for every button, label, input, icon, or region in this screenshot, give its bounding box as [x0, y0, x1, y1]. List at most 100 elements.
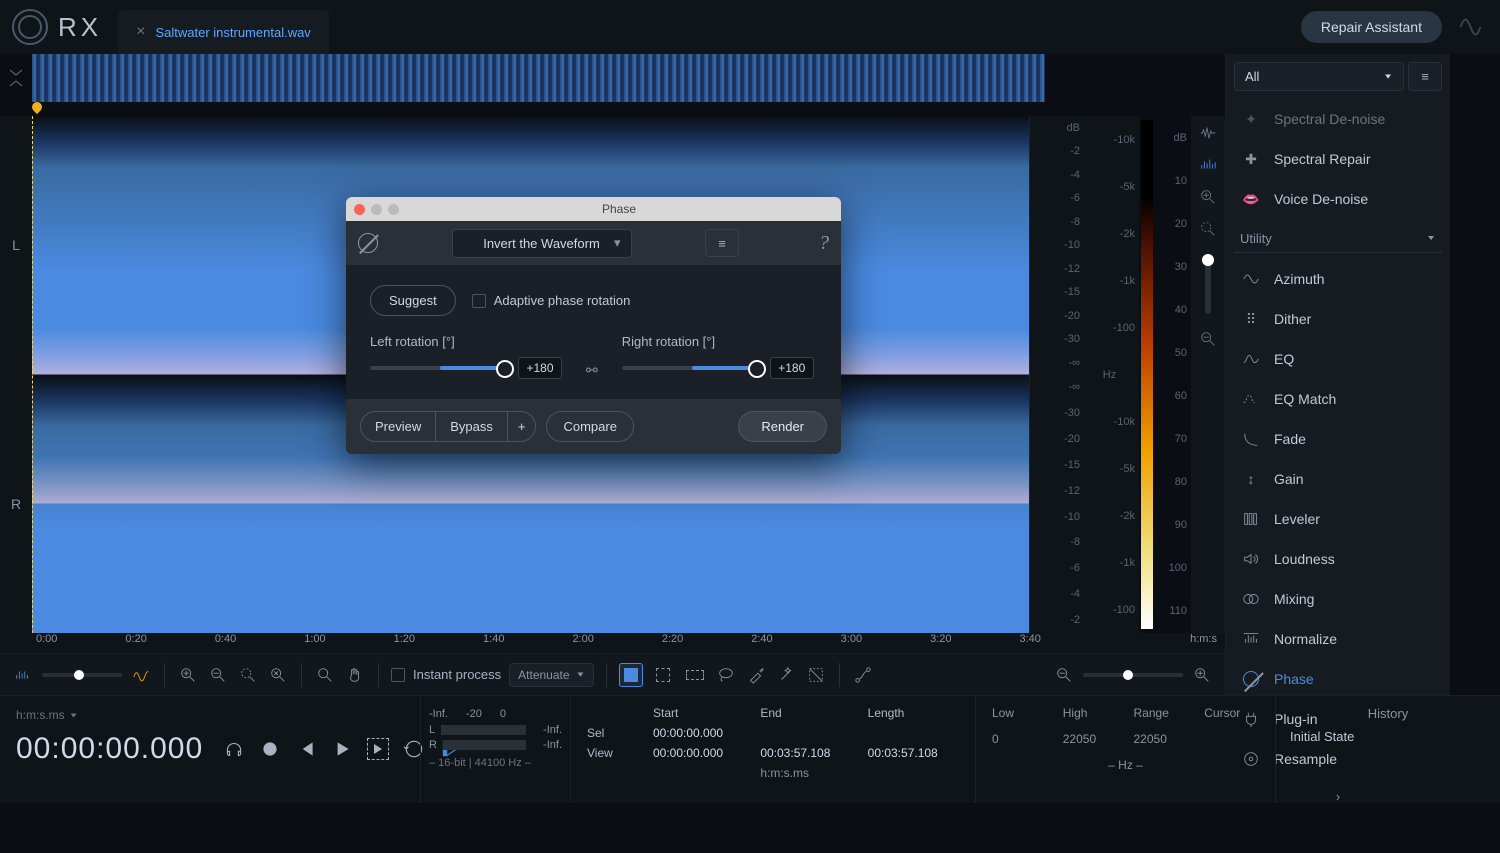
right-rotation-slider[interactable]	[622, 366, 762, 370]
module-menu-icon[interactable]: ≡	[1408, 62, 1442, 91]
right-rotation-value[interactable]: +180	[770, 357, 814, 379]
dialog-title: Phase	[405, 202, 833, 216]
left-rotation-value[interactable]: +180	[518, 357, 562, 379]
compare-button[interactable]: Compare	[546, 411, 633, 442]
history-item[interactable]: Initial State	[1290, 729, 1486, 744]
lasso-tool-icon[interactable]	[715, 664, 737, 686]
module-fade[interactable]: Fade	[1234, 421, 1442, 457]
module-eq-match[interactable]: EQ Match	[1234, 381, 1442, 417]
selection-info: StartEndLength Sel00:00:00.000 View00:00…	[570, 696, 975, 803]
preset-dropdown[interactable]: Invert the Waveform	[452, 229, 632, 258]
help-icon[interactable]: ?	[819, 232, 829, 255]
record-icon[interactable]	[259, 738, 281, 760]
view-tool-strip	[1191, 116, 1225, 633]
curve-tool-icon[interactable]	[852, 664, 874, 686]
waveform-view-icon[interactable]	[1197, 122, 1219, 144]
channel-right-label: R	[0, 375, 32, 634]
time-select-tool[interactable]	[619, 663, 643, 687]
utility-section-header[interactable]: Utility▼	[1234, 225, 1442, 253]
module-voice-denoise[interactable]: 👄Voice De-noise	[1234, 181, 1442, 217]
instant-process-dropdown[interactable]: Attenuate▼	[509, 663, 594, 687]
db-scale: dB-2-4-6-8-10-12-15-20-30-∞ -∞-30-20-15-…	[1029, 116, 1084, 633]
module-eq[interactable]: EQ	[1234, 341, 1442, 377]
transport-panel: h:m:s.ms ▼ 00:00:00.000	[0, 696, 420, 803]
zoom-fit-icon[interactable]	[267, 664, 289, 686]
bypass-button[interactable]: Bypass	[436, 411, 507, 442]
spectrogram-view-icon[interactable]	[1197, 154, 1219, 176]
module-azimuth[interactable]: Azimuth	[1234, 261, 1442, 297]
history-title: History	[1290, 706, 1486, 721]
freq-scale: -10k-5k-2k-1k-100 Hz -10k-5k-2k-1k-100	[1084, 116, 1139, 633]
left-rotation-slider[interactable]	[370, 366, 510, 370]
suggest-button[interactable]: Suggest	[370, 285, 456, 316]
h-zoom-slider[interactable]	[1083, 673, 1183, 677]
preview-button[interactable]: Preview	[360, 411, 436, 442]
module-leveler[interactable]: Leveler	[1234, 501, 1442, 537]
instant-process-checkbox[interactable]	[391, 668, 405, 682]
play-selection-icon[interactable]	[367, 738, 389, 760]
zoom-tool-icon[interactable]	[314, 664, 336, 686]
adaptive-checkbox[interactable]: Adaptive phase rotation	[472, 293, 631, 308]
overview-waveform[interactable]	[32, 54, 1045, 102]
waveform-blend-icon[interactable]	[12, 664, 34, 686]
add-button[interactable]: +	[507, 411, 537, 442]
link-channels-icon[interactable]: ⚯	[586, 362, 598, 379]
playhead-line[interactable]	[32, 116, 33, 633]
zoom-selection-vert-icon[interactable]	[1197, 218, 1219, 240]
zoom-selection-icon[interactable]	[237, 664, 259, 686]
top-bar: RX × Saltwater instrumental.wav Repair A…	[0, 0, 1500, 54]
heatmap-legend	[1141, 120, 1153, 629]
module-mixing[interactable]: Mixing	[1234, 581, 1442, 617]
file-name: Saltwater instrumental.wav	[155, 25, 310, 40]
time-format-label[interactable]: h:m:s.ms ▼	[16, 708, 404, 722]
app-name: RX	[58, 12, 102, 43]
file-tab[interactable]: × Saltwater instrumental.wav	[118, 10, 329, 54]
vertical-zoom-slider[interactable]	[1205, 254, 1211, 314]
zoom-out-h-icon[interactable]	[1053, 664, 1075, 686]
wand-tool-icon[interactable]	[775, 664, 797, 686]
zoom-in-vert-icon[interactable]	[1197, 186, 1219, 208]
zoom-out-vert-icon[interactable]	[1197, 328, 1219, 350]
brush-tool-icon[interactable]	[745, 664, 767, 686]
module-dither[interactable]: ⠿Dither	[1234, 301, 1442, 337]
module-filter-dropdown[interactable]: All▼	[1234, 62, 1404, 91]
minimize-window-icon[interactable]	[371, 204, 382, 215]
playhead-marker-icon[interactable]	[30, 100, 44, 114]
maximize-window-icon[interactable]	[388, 204, 399, 215]
repair-assistant-button[interactable]: Repair Assistant	[1301, 11, 1442, 43]
zoom-out-icon[interactable]	[207, 664, 229, 686]
deselect-icon[interactable]	[805, 664, 827, 686]
preset-menu-icon[interactable]: ≡	[705, 229, 739, 257]
blend-slider[interactable]	[42, 673, 122, 677]
module-gain[interactable]: ↕Gain	[1234, 461, 1442, 497]
right-rotation-label: Right rotation [°]	[622, 334, 814, 349]
timefreq-select-tool[interactable]	[651, 663, 675, 687]
heat-scale: dB102030405060708090100110	[1155, 116, 1191, 633]
overview-collapse-icon[interactable]	[0, 54, 32, 102]
skip-back-icon[interactable]	[295, 738, 317, 760]
render-button[interactable]: Render	[738, 411, 827, 442]
module-normalize[interactable]: Normalize	[1234, 621, 1442, 657]
close-window-icon[interactable]	[354, 204, 365, 215]
app-logo: RX	[12, 9, 102, 45]
module-phase[interactable]: Phase	[1234, 661, 1442, 697]
play-icon[interactable]	[331, 738, 353, 760]
close-icon[interactable]: ×	[136, 23, 145, 41]
zoom-in-h-icon[interactable]	[1191, 664, 1213, 686]
modules-panel: All▼ ≡ ✦Spectral De-noise ✚Spectral Repa…	[1225, 54, 1450, 695]
timecode-display: 00:00:00.000	[16, 732, 203, 766]
zoom-in-icon[interactable]	[177, 664, 199, 686]
module-spectral-repair[interactable]: ✚Spectral Repair	[1234, 141, 1442, 177]
hand-tool-icon[interactable]	[344, 664, 366, 686]
module-loudness[interactable]: Loudness	[1234, 541, 1442, 577]
history-panel: History Initial State	[1276, 696, 1500, 754]
audio-format: – 16-bit | 44100 Hz –	[429, 757, 562, 769]
spectro-blend-icon[interactable]	[130, 664, 152, 686]
phase-icon	[358, 233, 378, 253]
freq-select-tool[interactable]	[683, 663, 707, 687]
time-ruler[interactable]: 0:000:200:401:001:201:402:002:202:403:00…	[0, 633, 1225, 653]
waveform-logo-icon	[1458, 12, 1488, 42]
dialog-titlebar[interactable]: Phase	[346, 197, 841, 221]
module-spectral-denoise[interactable]: ✦Spectral De-noise	[1234, 101, 1442, 137]
headphones-icon[interactable]	[223, 738, 245, 760]
